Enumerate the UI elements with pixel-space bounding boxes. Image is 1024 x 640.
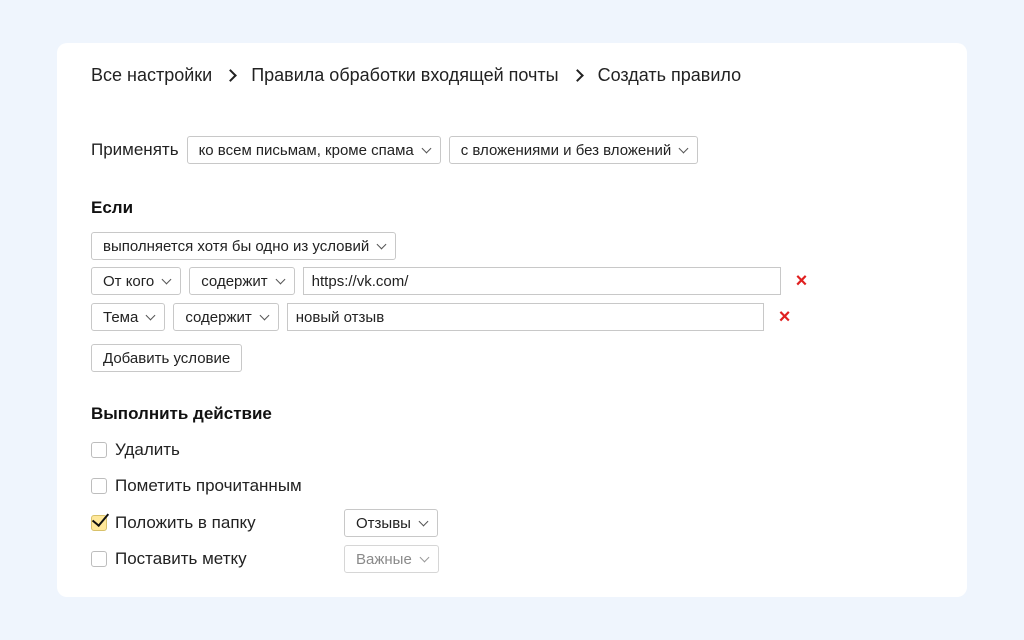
action-row-delete: Удалить (91, 440, 180, 460)
match-mode-value: выполняется хотя бы одно из условий (103, 237, 370, 255)
if-section-title: Если (91, 198, 134, 217)
breadcrumb-all-settings[interactable]: Все настройки (91, 65, 212, 86)
condition-operator-value: содержит (201, 272, 268, 290)
condition-row: От кого содержит https://vk.com/ × (91, 267, 807, 295)
apply-scope-value: ко всем письмам, кроме спама (198, 141, 414, 159)
condition-field-value: Тема (103, 308, 139, 326)
remove-condition-icon[interactable]: × (779, 307, 791, 327)
chevron-down-icon (418, 516, 429, 526)
condition-row: Тема содержит новый отзыв × (91, 303, 790, 331)
delete-checkbox[interactable] (91, 442, 107, 458)
chevron-down-icon (275, 274, 286, 284)
checkmark-icon (91, 508, 110, 528)
delete-label[interactable]: Удалить (115, 440, 180, 460)
apply-label: Применять (91, 140, 179, 159)
condition-value-input[interactable]: новый отзыв (286, 303, 764, 331)
match-mode-row: выполняется хотя бы одно из условий (91, 232, 397, 260)
action-row-mark-read: Пометить прочитанным (91, 476, 302, 496)
condition-value-text: https://vk.com/ (311, 272, 409, 290)
mark-read-checkbox[interactable] (91, 478, 107, 494)
breadcrumb-inbox-rules[interactable]: Правила обработки входящей почты (251, 65, 558, 86)
chevron-down-icon (161, 274, 172, 284)
condition-field-value: От кого (103, 272, 155, 290)
chevron-right-icon (570, 69, 584, 82)
chevron-down-icon (678, 143, 689, 153)
condition-value-input[interactable]: https://vk.com/ (302, 267, 781, 295)
set-label-checkbox[interactable] (91, 551, 107, 567)
folder-select-value: Отзывы (356, 514, 411, 532)
condition-operator-select[interactable]: содержит (189, 267, 295, 295)
apply-attachments-select[interactable]: с вложениями и без вложений (448, 136, 699, 164)
action-row-move-to-folder: Положить в папку Отзывы (91, 508, 438, 537)
condition-field-select[interactable]: Тема (91, 303, 166, 331)
chevron-down-icon (421, 143, 432, 153)
remove-condition-icon[interactable]: × (796, 271, 808, 291)
action-row-set-label: Поставить метку Важные (91, 545, 439, 573)
add-condition-button[interactable]: Добавить условие (91, 344, 243, 372)
move-to-folder-checkbox[interactable] (91, 508, 110, 531)
apply-scope-select[interactable]: ко всем письмам, кроме спама (186, 136, 441, 164)
chevron-down-icon (376, 239, 387, 249)
set-label-label[interactable]: Поставить метку (115, 549, 344, 569)
actions-section-title: Выполнить действие (91, 404, 272, 423)
chevron-right-icon (224, 69, 238, 82)
apply-attachments-value: с вложениями и без вложений (460, 141, 672, 159)
breadcrumb-create-rule: Создать правило (597, 65, 742, 85)
condition-value-text: новый отзыв (295, 308, 385, 326)
label-select[interactable]: Важные (344, 545, 439, 573)
mark-read-label[interactable]: Пометить прочитанным (115, 476, 302, 496)
rule-settings-card: Все настройки Правила обработки входящей… (57, 43, 967, 597)
condition-operator-select[interactable]: содержит (173, 303, 279, 331)
folder-select[interactable]: Отзывы (344, 509, 438, 537)
breadcrumb: Все настройки Правила обработки входящей… (91, 65, 741, 86)
label-select-value: Важные (356, 550, 412, 568)
chevron-down-icon (259, 310, 270, 320)
condition-operator-value: содержит (185, 308, 252, 326)
match-mode-select[interactable]: выполняется хотя бы одно из условий (91, 232, 397, 260)
move-to-folder-label[interactable]: Положить в папку (115, 513, 344, 533)
chevron-down-icon (419, 552, 430, 562)
add-condition-row: Добавить условие (91, 344, 243, 372)
add-condition-label: Добавить условие (103, 349, 231, 367)
chevron-down-icon (145, 310, 156, 320)
apply-row: Применять ко всем письмам, кроме спама с… (91, 136, 699, 164)
condition-field-select[interactable]: От кого (91, 267, 182, 295)
